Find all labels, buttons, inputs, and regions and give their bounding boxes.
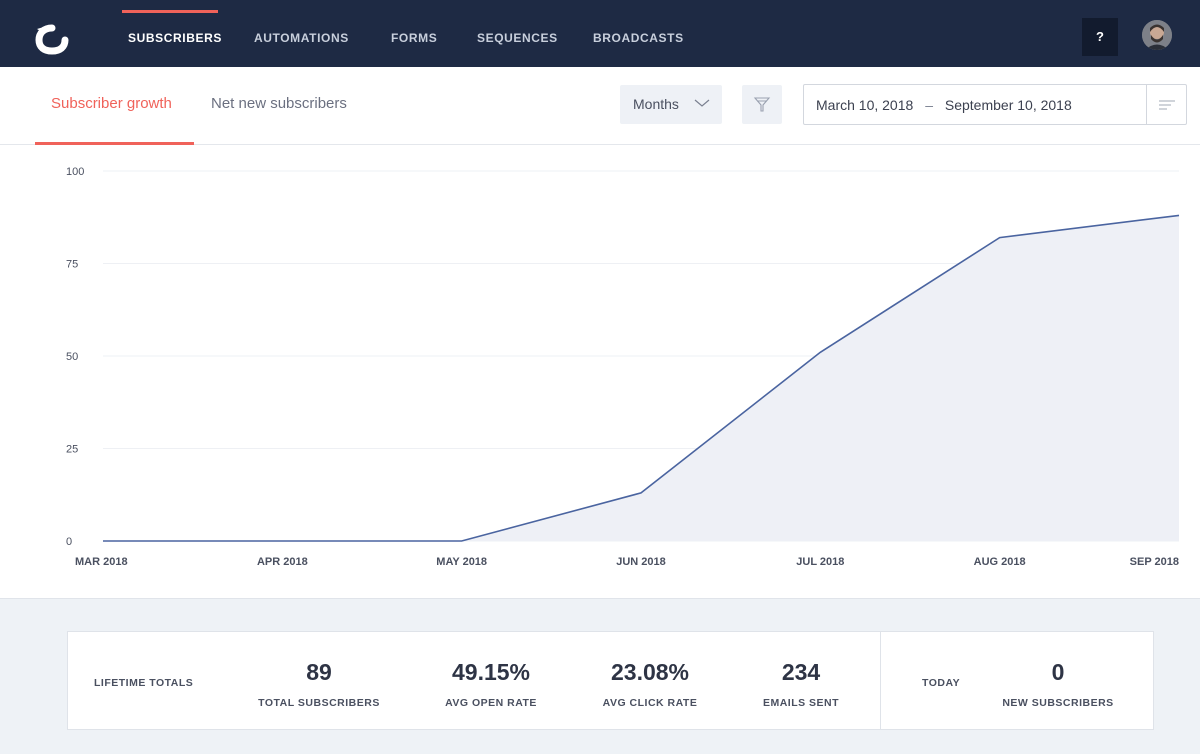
x-tick-label: MAR 2018 — [75, 556, 128, 568]
date-separator: – — [925, 97, 933, 113]
avg-click-rate-label: AVG CLICK RATE — [602, 697, 698, 709]
today-heading: TODAY — [922, 677, 961, 689]
x-tick-label: JUN 2018 — [616, 556, 666, 568]
nav-active-indicator — [122, 10, 218, 13]
chevron-down-icon — [694, 99, 710, 107]
nav-subscribers[interactable]: SUBSCRIBERS — [128, 31, 222, 45]
chart-svg: 0 25 50 75 100 MAR 2018 APR 2018 MAY 2018 JUN 20… — [66, 166, 1180, 568]
new-subscribers-today-label: NEW SUBSCRIBERS — [1002, 697, 1114, 709]
avatar[interactable] — [1142, 20, 1172, 50]
emails-sent-label: EMAILS SENT — [762, 697, 840, 709]
period-select[interactable]: Months — [620, 85, 722, 124]
avg-click-rate-value: 23.08% — [610, 659, 689, 685]
stats-section: LIFETIME TOTALS 89 TOTAL SUBSCRIBERS 49.… — [0, 598, 1200, 754]
filter-icon — [753, 97, 771, 112]
emails-sent-value: 234 — [781, 659, 821, 685]
filter-button[interactable] — [742, 85, 782, 124]
nav-forms[interactable]: FORMS — [391, 31, 437, 45]
nav-sequences[interactable]: SEQUENCES — [477, 31, 558, 45]
total-subscribers-label: TOTAL SUBSCRIBERS — [258, 697, 380, 709]
new-subscribers-today-value: 0 — [1051, 659, 1065, 685]
report-toolbar: Subscriber growth Net new subscribers Mo… — [0, 67, 1200, 145]
stats-card: LIFETIME TOTALS 89 TOTAL SUBSCRIBERS 49.… — [67, 631, 1154, 730]
y-tick-label: 75 — [66, 259, 78, 271]
x-tick-label: MAY 2018 — [436, 556, 487, 568]
avg-open-rate-label: AVG OPEN RATE — [445, 697, 537, 709]
x-tick-label: SEP 2018 — [1130, 556, 1179, 568]
total-subscribers-value: 89 — [306, 659, 332, 685]
y-tick-label: 0 — [66, 536, 72, 548]
y-tick-label: 50 — [66, 351, 78, 363]
date-range-divider — [1146, 85, 1147, 124]
subscriber-growth-chart: 0 25 50 75 100 MAR 2018 APR 2018 MAY 2018 JUN 20… — [0, 146, 1200, 598]
date-range-text: March 10, 2018 – September 10, 2018 — [816, 97, 1072, 113]
x-tick-label: APR 2018 — [257, 556, 308, 568]
help-button[interactable]: ? — [1082, 18, 1118, 56]
sort-lines-icon[interactable] — [1158, 97, 1176, 113]
x-tick-label: JUL 2018 — [796, 556, 844, 568]
stats-divider — [880, 632, 881, 729]
period-select-label: Months — [633, 96, 679, 112]
nav-broadcasts[interactable]: BROADCASTS — [593, 31, 684, 45]
y-tick-label: 100 — [66, 166, 84, 178]
tab-subscriber-growth[interactable]: Subscriber growth — [51, 95, 172, 112]
nav-automations[interactable]: AUTOMATIONS — [254, 31, 349, 45]
date-end: September 10, 2018 — [944, 97, 1072, 113]
x-tick-label: AUG 2018 — [974, 556, 1026, 568]
date-start: March 10, 2018 — [816, 97, 914, 113]
top-nav: SUBSCRIBERS AUTOMATIONS FORMS SEQUENCES … — [0, 0, 1200, 67]
lifetime-totals-heading: LIFETIME TOTALS — [94, 677, 194, 689]
y-tick-label: 25 — [66, 444, 78, 456]
avg-open-rate-value: 49.15% — [451, 659, 530, 685]
user-avatar-icon — [1142, 20, 1172, 50]
date-range-picker[interactable]: March 10, 2018 – September 10, 2018 — [803, 84, 1187, 125]
logo-icon[interactable] — [33, 23, 71, 55]
tab-active-indicator — [35, 142, 194, 145]
tab-net-new-subscribers[interactable]: Net new subscribers — [211, 95, 347, 112]
